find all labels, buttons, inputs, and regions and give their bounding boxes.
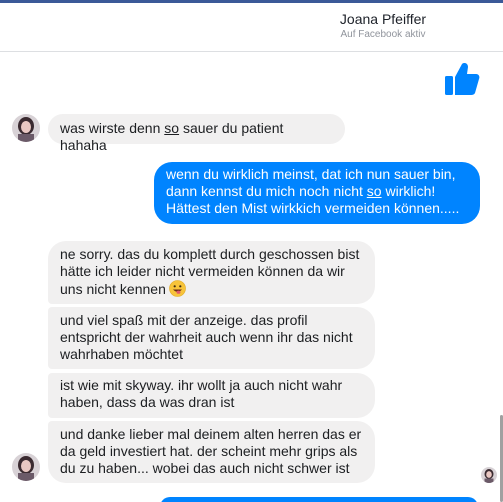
message-bubble-outgoing-partial[interactable] (160, 497, 478, 502)
grinning-tongue-emoji-icon (169, 280, 186, 297)
active-status: Auf Facebook aktiv (340, 29, 426, 40)
message-line: und viel spaß mit der anzeige. das profi… (60, 312, 308, 328)
message-text-underlined: so (366, 183, 382, 199)
message-line: hätte ich leider nicht vermeiden können … (60, 263, 345, 279)
message-line: und danke lieber mal deinem alten herren… (60, 426, 362, 442)
message-line: wenn du wirklich meinst, dat ich nun sau… (166, 166, 456, 182)
message-text: was wirste denn (60, 120, 165, 136)
message-line: du zu haben... wobei das auch nicht schw… (60, 460, 350, 476)
message-text: uns nicht kennen (60, 281, 166, 297)
thumbs-up-icon[interactable] (443, 60, 481, 98)
message-text: wirklich! (381, 183, 436, 199)
seen-receipt-avatar (481, 467, 497, 483)
message-bubble-incoming[interactable]: was wirste denn so sauer du patient haha… (48, 114, 345, 153)
message-bubble-incoming[interactable]: und viel spaß mit der anzeige. das profi… (48, 307, 375, 369)
message-bubble-incoming[interactable]: ne sorry. das du komplett durch geschoss… (48, 241, 375, 304)
message-line: dann kennst du mich noch nicht so wirkli… (166, 183, 468, 200)
message-text: dann kennst du mich noch nicht (166, 183, 367, 199)
message-bubble-outgoing[interactable]: wenn du wirklich meinst, dat ich nun sau… (154, 162, 480, 224)
message-bubble-incoming[interactable]: und danke lieber mal deinem alten herren… (48, 421, 375, 483)
message-line: ne sorry. das du komplett durch geschoss… (60, 246, 360, 262)
message-line: Hättest den Mist wirkkich vermeiden könn… (166, 200, 460, 216)
message-line: da geld investiert hat. der scheint mehr… (60, 443, 358, 459)
contact-avatar[interactable] (12, 453, 40, 481)
conversation-header: Joana Pfeiffer Auf Facebook aktiv (0, 3, 503, 52)
message-line: wahrhaben möchtet (60, 346, 183, 362)
message-text-underlined: so (164, 120, 180, 136)
message-line: entspricht der wahrheit auch wenn ihr da… (60, 329, 353, 345)
message-line: ist wie mit skyway. ihr wollt ja auch ni… (60, 377, 343, 393)
message-bubble-incoming[interactable]: ist wie mit skyway. ihr wollt ja auch ni… (48, 373, 375, 418)
message-line: haben, dass da was dran ist (60, 394, 235, 410)
contact-name[interactable]: Joana Pfeiffer (335, 11, 431, 27)
contact-avatar[interactable] (12, 114, 40, 142)
message-line: uns nicht kennen (60, 280, 363, 298)
